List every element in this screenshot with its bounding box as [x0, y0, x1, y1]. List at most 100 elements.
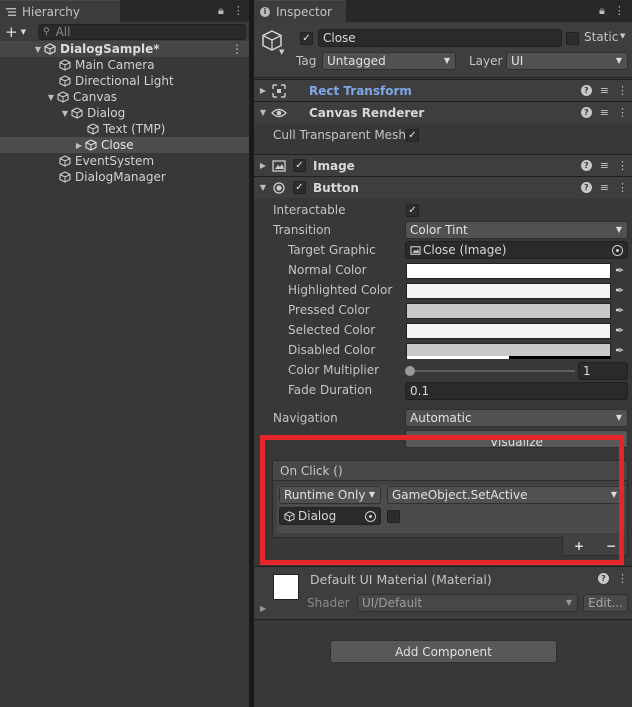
shader-value: UI/Default — [362, 596, 423, 610]
function-dropdown[interactable]: GameObject.SetActive ▼ — [387, 486, 623, 504]
chevron-down-icon[interactable]: ▼ — [279, 48, 284, 56]
expand-arrow-icon[interactable]: ▼ — [32, 45, 44, 54]
edit-shader-label: Edit... — [588, 596, 623, 610]
hierarchy-tab-label: Hierarchy — [22, 4, 81, 19]
preset-icon[interactable]: ≡ — [600, 159, 609, 172]
color-multiplier-label: Color Multiplier — [288, 363, 380, 377]
layer-dropdown[interactable]: UI ▼ — [506, 52, 628, 70]
visualize-button[interactable]: Visualize — [405, 430, 628, 448]
target-graphic-field[interactable]: Close (Image) — [405, 241, 628, 259]
tree-item-close[interactable]: ▶ Close — [0, 137, 249, 153]
tree-item-directional-light[interactable]: Directional Light — [0, 73, 249, 89]
eyedropper-icon[interactable]: ✒︎ — [615, 324, 629, 338]
expand-arrow-icon[interactable]: ▶ — [257, 161, 269, 170]
kebab-menu-icon[interactable]: ⋮ — [617, 106, 628, 119]
tree-item-eventsystem[interactable]: EventSystem — [0, 153, 249, 169]
slider-handle[interactable] — [405, 366, 415, 376]
kebab-menu-icon[interactable]: ⋮ — [617, 572, 628, 585]
preset-icon[interactable]: ≡ — [600, 181, 609, 194]
lock-icon[interactable]: 🔒︎ — [599, 4, 605, 18]
expand-arrow-icon[interactable]: ▼ — [59, 109, 71, 118]
tag-dropdown[interactable]: Untagged ▼ — [322, 52, 456, 70]
expand-arrow-icon[interactable]: ▶ — [73, 141, 85, 150]
pressed-color-swatch[interactable] — [406, 303, 611, 319]
on-click-event: On Click () Runtime Only ▼ GameObject.Se… — [272, 460, 628, 538]
tree-item-canvas[interactable]: ▼ Canvas — [0, 89, 249, 105]
kebab-menu-icon[interactable]: ⋮ — [617, 84, 628, 97]
component-rect-transform[interactable]: ▶ Rect Transform ? ≡ ⋮ — [254, 79, 632, 101]
help-icon[interactable]: ? — [580, 160, 592, 171]
object-name-field[interactable]: Close — [318, 29, 562, 47]
component-canvas-renderer[interactable]: ▼ Canvas Renderer ? ≡ ⋮ — [254, 101, 632, 123]
selected-color-swatch[interactable] — [406, 323, 611, 339]
inspector-tab[interactable]: i Inspector — [254, 0, 346, 22]
help-icon[interactable]: ? — [580, 107, 592, 118]
button-enabled-checkbox[interactable]: ✓ — [293, 181, 306, 194]
add-component-button[interactable]: Add Component — [330, 640, 557, 663]
preset-icon[interactable]: ≡ — [600, 106, 609, 119]
expand-arrow-icon[interactable]: ▼ — [257, 108, 269, 117]
create-button[interactable]: + ▼ — [0, 23, 30, 41]
eyedropper-icon[interactable]: ✒︎ — [615, 304, 629, 318]
interactable-checkbox[interactable]: ✓ — [406, 204, 419, 217]
lock-icon[interactable]: 🔒︎ — [218, 4, 224, 18]
object-picker-icon[interactable] — [365, 511, 376, 522]
expand-arrow-icon[interactable]: ▶ — [257, 86, 269, 95]
kebab-menu-icon[interactable]: ⋮ — [617, 159, 628, 172]
disabled-color-swatch[interactable] — [406, 343, 611, 359]
kebab-menu-icon[interactable]: ⋮ — [233, 4, 244, 18]
cull-transparent-checkbox[interactable]: ✓ — [406, 129, 419, 142]
kebab-menu-icon[interactable]: ⋮ — [231, 42, 243, 56]
remove-listener-button[interactable]: − — [606, 539, 616, 553]
eyedropper-icon[interactable]: ✒︎ — [615, 284, 629, 298]
hierarchy-tabbar: Hierarchy 🔒︎ ⋮ — [0, 0, 249, 22]
tree-item-main-camera[interactable]: Main Camera — [0, 57, 249, 73]
tree-item-text-tmp[interactable]: Text (TMP) — [0, 121, 249, 137]
function-value: GameObject.SetActive — [392, 488, 528, 502]
runtime-dropdown[interactable]: Runtime Only ▼ — [279, 486, 381, 504]
navigation-dropdown[interactable]: Automatic ▼ — [405, 409, 628, 427]
kebab-menu-icon[interactable]: ⋮ — [617, 181, 628, 194]
component-title: Canvas Renderer — [309, 105, 425, 120]
shader-dropdown[interactable]: UI/Default ▼ — [357, 594, 578, 612]
setactive-checkbox[interactable] — [387, 510, 400, 523]
static-checkbox[interactable] — [566, 32, 579, 45]
object-picker-icon[interactable] — [612, 245, 623, 256]
transition-dropdown[interactable]: Color Tint ▼ — [405, 221, 628, 239]
hierarchy-tab[interactable]: Hierarchy — [0, 0, 120, 22]
tree-item-dialog[interactable]: ▼ Dialog — [0, 105, 249, 121]
color-multiplier-field[interactable]: 1 — [578, 362, 628, 380]
image-enabled-checkbox[interactable]: ✓ — [293, 159, 306, 172]
active-checkbox[interactable]: ✓ — [300, 32, 313, 45]
help-icon[interactable]: ? — [580, 182, 592, 193]
normal-color-swatch[interactable] — [406, 263, 611, 279]
component-button[interactable]: ▼ ✓ Button ? ≡ ⋮ — [254, 176, 632, 198]
chevron-down-icon[interactable]: ▼ — [620, 32, 625, 40]
fade-duration-field[interactable]: 0.1 — [405, 382, 628, 400]
add-listener-button[interactable]: + — [574, 539, 584, 553]
fade-duration-value: 0.1 — [410, 384, 430, 398]
color-multiplier-slider[interactable] — [405, 366, 575, 376]
gameobject-icon — [284, 510, 295, 522]
eyedropper-icon[interactable]: ✒︎ — [615, 344, 629, 358]
edit-shader-button[interactable]: Edit... — [583, 594, 628, 612]
navigation-value: Automatic — [410, 411, 472, 425]
kebab-menu-icon[interactable]: ⋮ — [614, 4, 625, 18]
expand-arrow-icon[interactable]: ▼ — [45, 93, 57, 102]
highlighted-color-swatch[interactable] — [406, 283, 611, 299]
preset-icon[interactable]: ≡ — [600, 84, 609, 97]
alpha-bar — [407, 356, 509, 359]
expand-arrow-icon[interactable]: ▶ — [260, 604, 266, 613]
component-image[interactable]: ▶ ✓ Image ? ≡ ⋮ — [254, 154, 632, 176]
component-title: Rect Transform — [309, 83, 412, 98]
eyedropper-icon[interactable]: ✒︎ — [615, 264, 629, 278]
tree-item-dialogmanager[interactable]: DialogManager — [0, 169, 249, 185]
tree-item-scene[interactable]: ▼ DialogSample* ⋮ — [0, 41, 249, 57]
layer-label: Layer — [469, 54, 503, 68]
help-icon[interactable]: ? — [580, 85, 592, 96]
help-icon[interactable]: ? — [598, 573, 609, 584]
search-input[interactable]: ⚲ All — [38, 24, 246, 40]
expand-arrow-icon[interactable]: ▼ — [257, 183, 269, 192]
target-object-field[interactable]: Dialog — [279, 507, 381, 525]
tag-value: Untagged — [327, 54, 386, 68]
